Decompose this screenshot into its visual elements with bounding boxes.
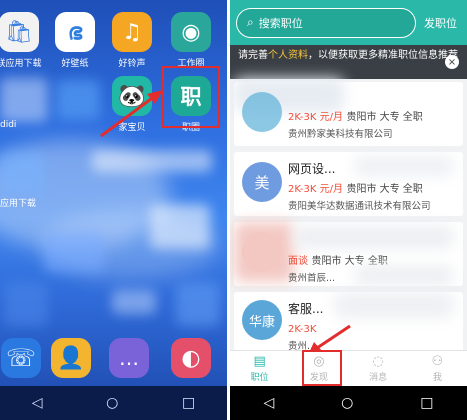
screenshot-composite: 🛍 联应用下载 ഭ 好壁纸 ♫ 好铃声 ◉ 工作圈 didi 🐼 家宝贝 职 职…	[0, 0, 467, 420]
tab-jobs[interactable]: ▤ 职位	[230, 351, 289, 386]
bag-icon: 🛍	[0, 12, 39, 52]
job-meta: 贵阳市 大专 全职	[346, 112, 423, 123]
blurred-area	[334, 292, 454, 318]
tab-label: 消息	[369, 373, 388, 383]
recent-apps-icon[interactable]: □	[182, 395, 195, 411]
tab-label: 我	[432, 373, 442, 383]
home-screen: 🛍 联应用下载 ഭ 好壁纸 ♫ 好铃声 ◉ 工作圈 didi 🐼 家宝贝 职 职…	[0, 0, 227, 420]
recent-apps-icon[interactable]: □	[420, 395, 433, 411]
company-avatar: 美	[242, 162, 282, 202]
company-avatar: 华康	[242, 300, 282, 340]
blurred-app-icon	[176, 282, 220, 326]
app-ringtone[interactable]: ♫ 好铃声	[107, 12, 157, 69]
dock-contacts[interactable]: 👤	[46, 338, 96, 378]
blurred-app-icon	[56, 80, 100, 120]
arrow-icon	[100, 90, 163, 138]
tab-messages[interactable]: ◌ 消息	[349, 351, 408, 386]
blurred-area	[112, 290, 156, 314]
blurred-app-icon	[0, 152, 44, 194]
back-icon[interactable]: ◁	[263, 395, 274, 411]
highlight-box	[302, 350, 342, 386]
salary: 面谈	[288, 256, 308, 267]
back-icon[interactable]: ◁	[32, 395, 43, 411]
wallpaper-icon: ഭ	[55, 12, 95, 52]
navigation-bar: ◁ ○ □	[0, 386, 227, 420]
blurred-area	[92, 150, 212, 172]
tab-label: 职位	[250, 373, 269, 383]
post-job-button[interactable]: 发职位	[424, 15, 457, 31]
company-name: 贵州首辰...	[288, 273, 336, 284]
highlight-box	[162, 66, 220, 128]
top-bar: ⌕ 搜索职位 发职位	[230, 0, 467, 45]
bottom-tab-bar: ▤ 职位 ◎ 发现 ◌ 消息 ⚇ 我	[230, 350, 467, 386]
tab-me[interactable]: ⚇ 我	[408, 351, 467, 386]
blurred-area	[150, 204, 210, 249]
search-icon: ⌕	[247, 15, 254, 29]
blurred-area	[44, 232, 104, 272]
dock-phone[interactable]: ☏	[0, 338, 46, 378]
job-title: 客服...	[288, 302, 324, 316]
notice-text: ，以便获取更多精准职位信息推荐	[308, 50, 458, 61]
notice-text: 请完善	[238, 50, 268, 61]
app-download[interactable]: 🛍 联应用下载	[0, 12, 44, 69]
browser-icon: ◐	[171, 338, 211, 378]
phone-icon: ☏	[1, 338, 41, 378]
blurred-app-icon	[4, 282, 48, 326]
chat-icon: ◌	[372, 354, 384, 369]
company-name: 贵州黔家美科技有限公司	[288, 129, 393, 140]
music-note-icon: ♫	[112, 12, 152, 52]
messages-icon: …	[109, 338, 149, 378]
salary: 2K-3K 元/月	[288, 184, 343, 195]
job-title: 网页设...	[288, 162, 336, 176]
job-card[interactable]: 面谈 贵阳市 大专 全职 贵州首辰...	[234, 222, 463, 286]
company-avatar	[242, 92, 282, 132]
app-wallpaper[interactable]: ഭ 好壁纸	[50, 12, 100, 69]
close-icon[interactable]: ×	[445, 55, 459, 69]
job-card[interactable]: 2K-3K 元/月 贵阳市 大专 全职 贵州黔家美科技有限公司	[234, 78, 463, 146]
blurred-area	[354, 156, 454, 176]
blurred-area	[294, 226, 454, 248]
work-circle-icon: ◉	[171, 12, 211, 52]
profile-link[interactable]: 个人资料	[268, 50, 308, 61]
document-icon: ▤	[253, 354, 266, 369]
app-work-circle[interactable]: ◉ 工作圈	[166, 12, 216, 69]
job-salary-line: 2K-3K 元/月 贵阳市 大专 全职	[288, 108, 423, 123]
navigation-bar: ◁ ○ □	[230, 386, 467, 420]
profile-notice[interactable]: 请完善个人资料，以便获取更多精准职位信息推荐 ×	[230, 45, 467, 79]
job-meta: 贵阳市 大专 全职	[346, 184, 423, 195]
search-input[interactable]: ⌕ 搜索职位	[236, 7, 416, 38]
contacts-icon: 👤	[51, 338, 91, 378]
home-icon[interactable]: ○	[106, 395, 118, 411]
blurred-area	[234, 222, 294, 282]
dock-browser[interactable]: ◐	[166, 338, 216, 378]
job-app-screen: ⌕ 搜索职位 发职位 请完善个人资料，以便获取更多精准职位信息推荐 × 2K-3…	[230, 0, 467, 420]
dock-messages[interactable]: …	[104, 338, 154, 378]
person-icon: ⚇	[431, 354, 444, 369]
job-card[interactable]: 美 网页设... 2K-3K 元/月 贵阳市 大专 全职 贵阳美华达数据通讯技术…	[234, 152, 463, 216]
blurred-area	[354, 266, 454, 284]
search-placeholder: 搜索职位	[258, 16, 303, 30]
job-salary-line: 2K-3K 元/月 贵阳市 大专 全职	[288, 180, 423, 195]
blurred-app-icon	[0, 78, 48, 122]
job-salary-line: 面谈 贵阳市 大专 全职	[288, 252, 388, 267]
salary: 2K-3K 元/月	[288, 112, 343, 123]
company-name: 贵阳美华达数据通讯技术有限公司	[288, 201, 431, 212]
home-icon[interactable]: ○	[341, 395, 353, 411]
